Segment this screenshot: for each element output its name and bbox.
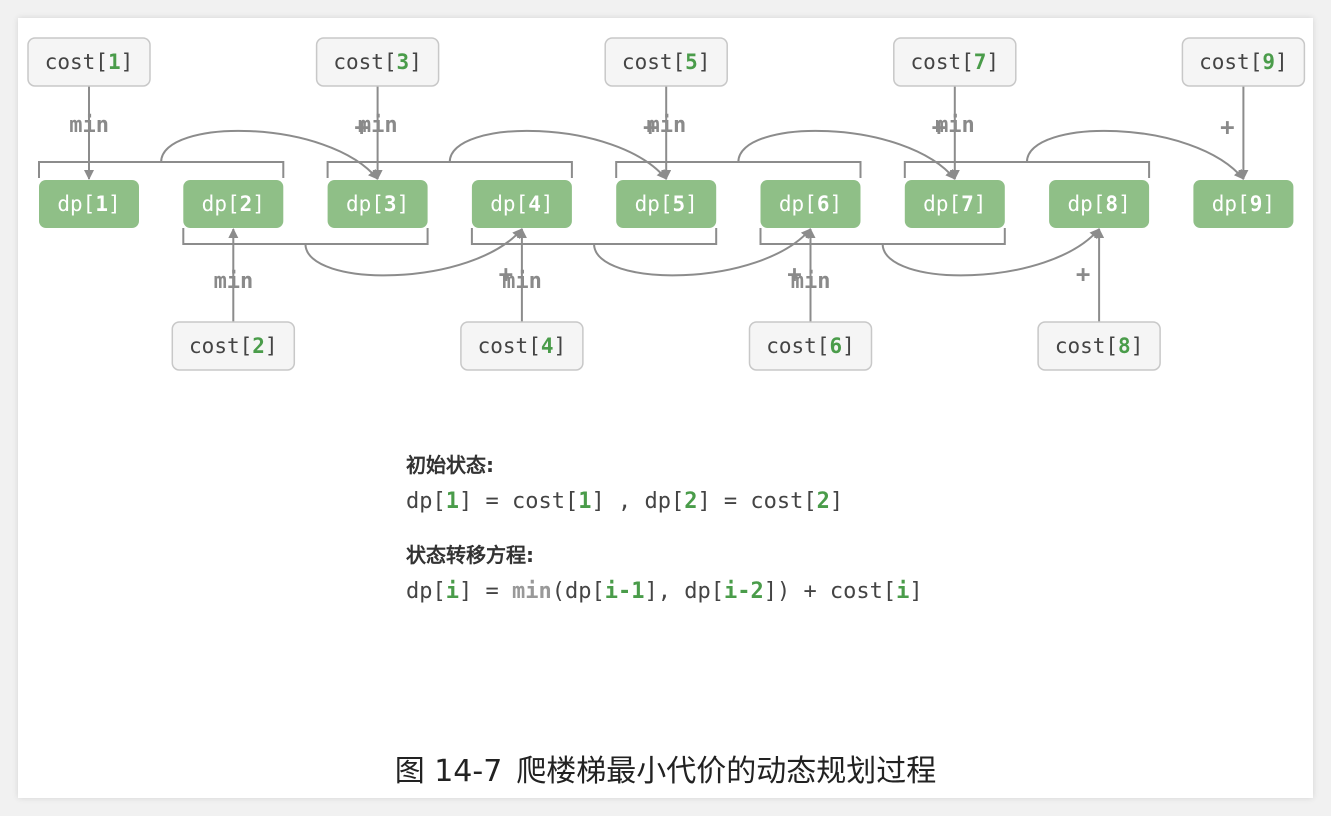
dp-node-label: dp[5] bbox=[635, 192, 698, 216]
plus-label: + bbox=[1220, 113, 1234, 141]
cost-node-label: cost[5] bbox=[622, 50, 711, 74]
plus-label: + bbox=[1076, 260, 1090, 288]
cost-node-label: cost[9] bbox=[1199, 50, 1288, 74]
initial-state-heading: 初始状态: bbox=[406, 453, 494, 477]
cost-node-label: cost[1] bbox=[45, 50, 134, 74]
figure-frame: min min min min min min min + + + + + + + dp[1] dp[2] dp… bbox=[18, 18, 1313, 798]
min-curve-arrow bbox=[1025, 129, 1245, 180]
dp-node-label: dp[3] bbox=[346, 192, 409, 216]
plus-label: + bbox=[643, 113, 657, 141]
dp-node-label: dp[6] bbox=[779, 192, 842, 216]
caption-number: 图 14-7 bbox=[394, 754, 503, 789]
initial-state-formula: dp[1] = cost[1] , dp[2] = cost[2] bbox=[406, 489, 844, 514]
top-bracket bbox=[38, 161, 285, 178]
dp-node-label: dp[8] bbox=[1067, 192, 1130, 216]
min-curve-arrow bbox=[593, 228, 812, 277]
plus-label: + bbox=[499, 260, 513, 288]
min-curve-arrow bbox=[881, 228, 1100, 277]
plus-label: + bbox=[787, 260, 801, 288]
cost-node-label: cost[4] bbox=[478, 334, 567, 358]
top-bracket bbox=[903, 161, 1151, 178]
min-curve-arrow bbox=[448, 129, 667, 180]
min-curve-arrow bbox=[737, 129, 956, 180]
dp-diagram: minminminminminminmin+++++++dp[1] dp[2] dp… bbox=[27, 37, 1306, 371]
dp-node-label: dp[1] bbox=[57, 192, 120, 216]
dp-node-label: dp[9] bbox=[1212, 192, 1275, 216]
cost-node-label: cost[8] bbox=[1055, 334, 1144, 358]
top-bracket bbox=[615, 161, 862, 178]
cost-node-label: cost[6] bbox=[766, 334, 855, 358]
plus-label: + bbox=[354, 113, 368, 141]
dp-node-label: dp[7] bbox=[923, 192, 986, 216]
top-bracket bbox=[326, 161, 573, 178]
min-curve-arrow bbox=[304, 228, 523, 277]
dp-node-label: dp[4] bbox=[490, 192, 553, 216]
transition-heading: 状态转移方程: bbox=[406, 543, 534, 567]
plus-label: + bbox=[932, 113, 946, 141]
figure-caption: 图 14-7 爬楼梯最小代价的动态规划过程 bbox=[18, 746, 1313, 790]
cost-node-label: cost[7] bbox=[911, 50, 1000, 74]
transition-formula: dp[i] = min(dp[i-1], dp[i-2]) + cost[i] bbox=[406, 579, 923, 604]
cost-node-label: cost[2] bbox=[189, 334, 278, 358]
dp-node-label: dp[2] bbox=[202, 192, 265, 216]
min-curve-arrow bbox=[160, 129, 379, 180]
formula-block: 初始状态: dp[1] = cost[1] , dp[2] = cost[2] … bbox=[406, 450, 923, 614]
bottom-bracket bbox=[182, 228, 429, 245]
cost-node-label: cost[3] bbox=[333, 50, 422, 74]
caption-title: 爬楼梯最小代价的动态规划过程 bbox=[516, 754, 937, 789]
